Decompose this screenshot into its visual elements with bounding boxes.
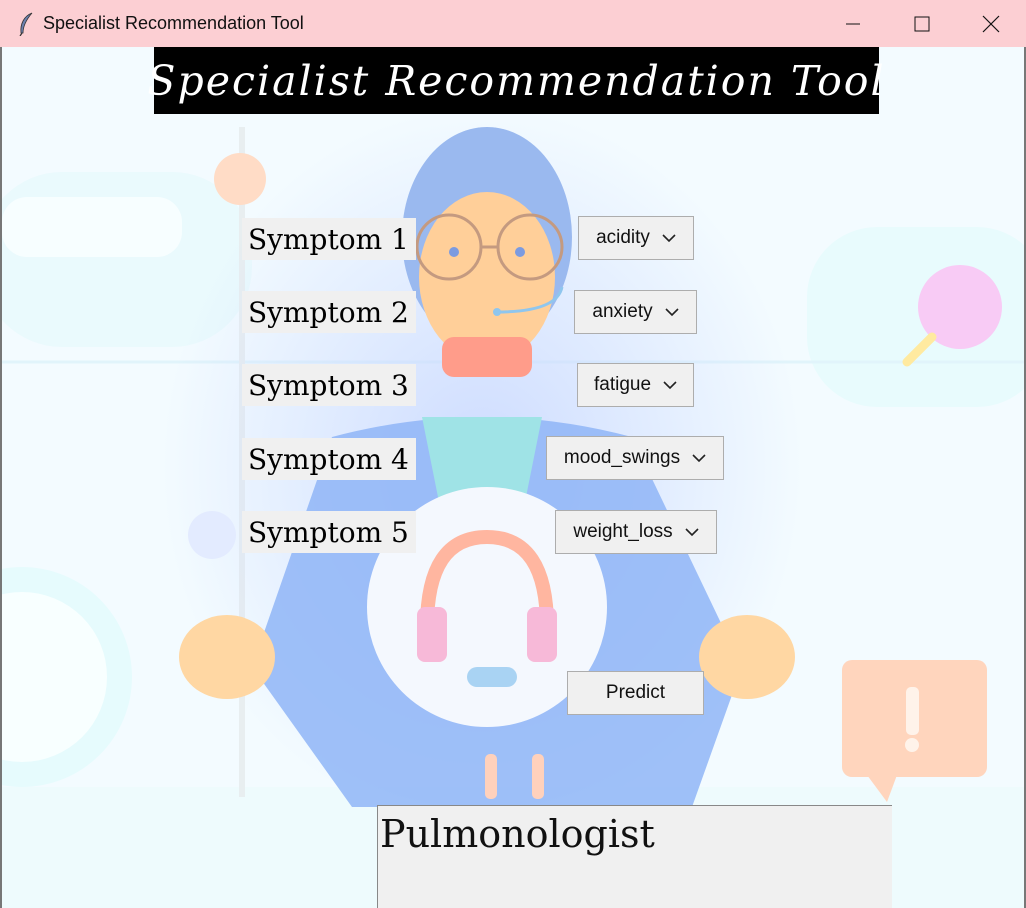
header-title: Specialist Recommendation Tool — [147, 56, 886, 105]
minimize-button[interactable] — [818, 0, 888, 47]
chevron-down-icon — [685, 527, 699, 536]
close-icon — [982, 15, 1000, 32]
main-canvas: Specialist Recommendation Tool Symptom 1… — [0, 47, 1026, 908]
symptom-3-value: fatigue — [593, 374, 652, 395]
minimize-icon — [846, 23, 860, 24]
symptom-2-select[interactable]: anxiety — [574, 290, 697, 334]
result-text: Pulmonologist — [380, 812, 655, 856]
symptom-5-select[interactable]: weight_loss — [555, 510, 717, 554]
close-button[interactable] — [956, 0, 1026, 47]
symptom-4-select[interactable]: mood_swings — [546, 436, 724, 480]
chevron-down-icon — [665, 307, 679, 316]
symptom-5-label: Symptom 5 — [242, 511, 416, 553]
background-illustration — [2, 107, 1024, 908]
chevron-down-icon — [662, 233, 676, 242]
symptom-2-label: Symptom 2 — [242, 291, 416, 333]
maximize-button[interactable] — [887, 0, 957, 47]
predict-button[interactable]: Predict — [567, 671, 704, 715]
symptom-3-select[interactable]: fatigue — [577, 363, 694, 407]
window-title: Specialist Recommendation Tool — [43, 13, 304, 33]
header-banner: Specialist Recommendation Tool — [147, 47, 884, 114]
result-output: Pulmonologist — [377, 805, 892, 908]
title-bar[interactable]: Specialist Recommendation Tool — [0, 0, 1026, 47]
chevron-down-icon — [692, 453, 706, 462]
symptom-1-value: acidity — [596, 227, 650, 248]
symptom-1-label: Symptom 1 — [242, 218, 416, 260]
symptom-4-label: Symptom 4 — [242, 438, 416, 480]
symptom-2-value: anxiety — [592, 301, 653, 322]
symptom-5-value: weight_loss — [573, 521, 673, 542]
symptom-1-select[interactable]: acidity — [578, 216, 694, 260]
app-window: Specialist Recommendation Tool Specialis… — [0, 0, 1026, 908]
feather-icon — [19, 12, 33, 36]
symptom-3-label: Symptom 3 — [242, 364, 416, 406]
maximize-icon — [914, 16, 930, 31]
chevron-down-icon — [663, 380, 677, 389]
symptom-4-value: mood_swings — [563, 447, 681, 468]
